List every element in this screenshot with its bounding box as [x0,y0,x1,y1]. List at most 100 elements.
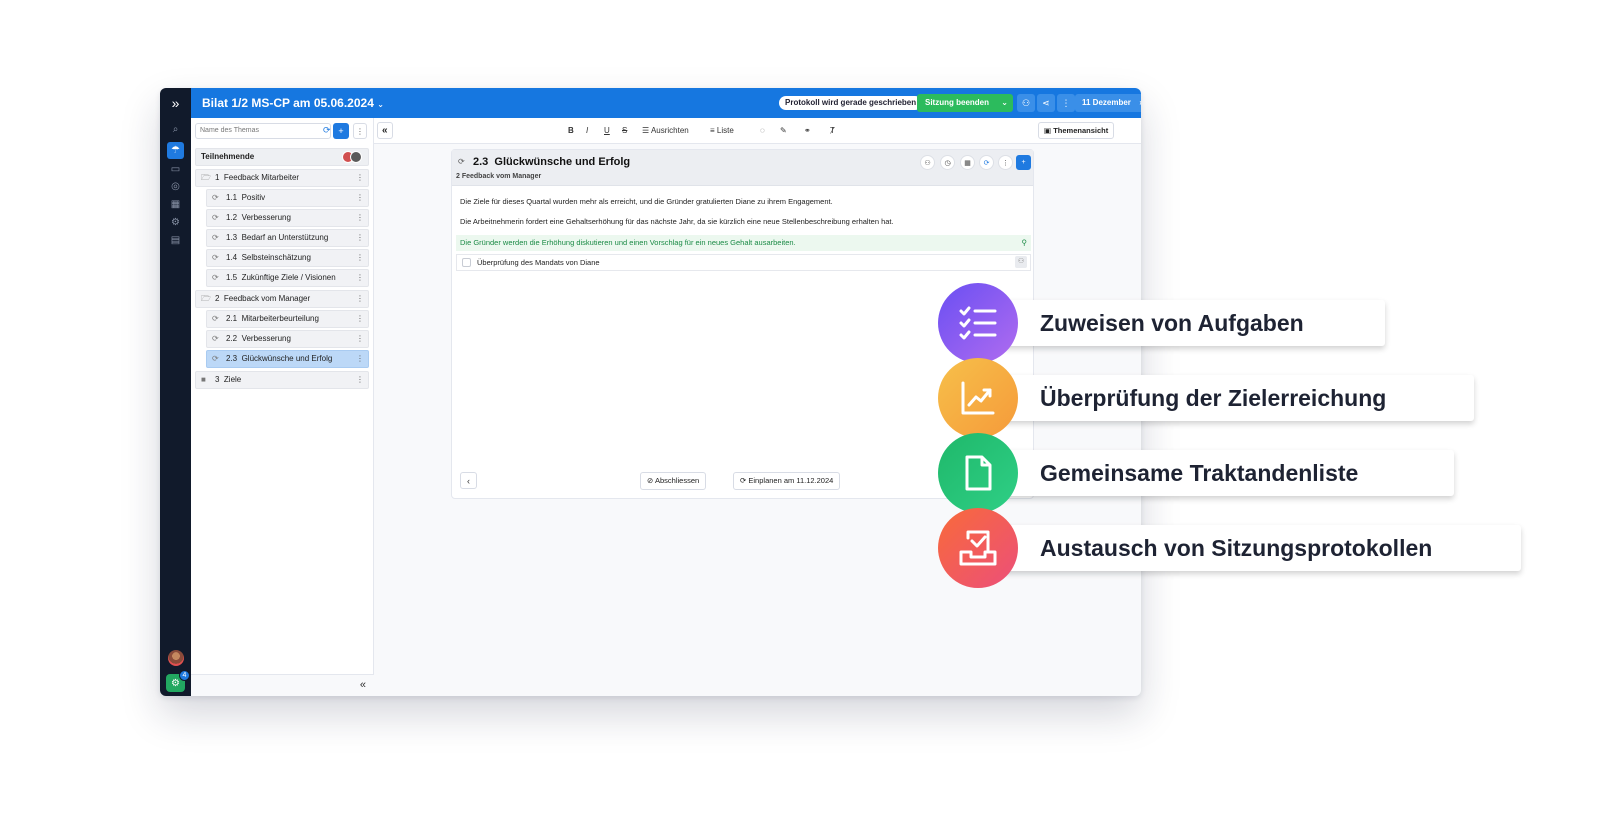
list-button[interactable]: ≡ Liste [710,126,734,135]
timer-icon[interactable]: ◷ [940,155,955,170]
agenda-topic[interactable]: ⟳ 1.5 Zukünftige Ziele / Visionen ⋮ [206,269,369,287]
agenda-item-label: 3 Ziele [215,372,241,388]
agenda-topic[interactable]: ⟳ 2.2 Verbesserung ⋮ [206,330,369,348]
participants-row[interactable]: Teilnehmende [195,148,369,166]
add-participant-icon[interactable]: ⚇ [1017,94,1035,112]
repeat-icon[interactable]: ⟳ [979,155,994,170]
task-checkbox[interactable] [462,258,471,267]
expand-rail-icon[interactable]: » [160,88,191,118]
meetings-icon[interactable]: ☂ [167,142,184,159]
align-button[interactable]: ☰ Ausrichten [642,126,689,135]
user-avatar[interactable] [168,650,184,666]
tasks-icon[interactable]: ◎ [167,178,184,195]
agenda-item-number: 2.1 [226,314,238,323]
align-icon: ☰ [642,126,650,135]
nav-rail: » ⌕ ☂ ▭ ◎ ▦ ⚙ ▤ ⚙ 4 [160,88,191,696]
inbox-icon[interactable]: ▭ [167,161,184,178]
pin-icon[interactable]: ⚲ [1022,235,1028,251]
agenda-item-label: 1 Feedback Mitarbeiter [215,170,299,186]
more-icon[interactable]: ⋮ [356,270,364,286]
calendar-icon[interactable]: ▦ [960,155,975,170]
checklist-icon [938,283,1018,363]
search-input[interactable]: Name des Themas [195,123,331,139]
inbox-icon [938,508,1018,588]
more-icon[interactable]: ⋮ [356,190,364,206]
note-paragraph[interactable]: Die Arbeitnehmerin fordert eine Gehaltse… [460,217,894,226]
agenda-item-text: Ziele [223,375,242,384]
underline-button[interactable]: U [604,126,610,135]
settings-icon[interactable]: ⚙ [167,214,184,231]
chevron-down-icon[interactable]: ⌄ [1001,94,1008,112]
parent-topic: 2 Feedback vom Manager [456,173,542,180]
agenda-item-label: 2 Feedback vom Manager [215,291,310,307]
agenda-item-label: 2.1 Mitarbeiterbeurteilung [226,311,319,327]
agenda-topic[interactable]: ⟳ 2.1 Mitarbeiterbeurteilung ⋮ [206,310,369,328]
more-icon[interactable]: ⋮ [353,123,367,139]
more-icon[interactable]: ⋮ [356,250,364,266]
date-nav-button[interactable]: 11 Dezember› [1075,94,1141,112]
calendar-icon[interactable]: ▦ [167,196,184,213]
meeting-title[interactable]: Bilat 1/2 MS-CP am 05.06.2024 ⌄ [202,96,384,110]
more-icon[interactable]: ⋮ [356,230,364,246]
more-icon[interactable]: ⋮ [356,372,364,388]
repeat-icon: ⟳ [740,476,747,485]
more-icon[interactable]: ⋮ [356,351,364,367]
agenda-item-number: 1.2 [226,213,238,222]
collapse-sidebar[interactable]: « [191,674,374,696]
pen-icon[interactable]: ✎ [780,126,787,135]
agenda-item-text: Feedback Mitarbeiter [223,173,300,182]
agenda-topic[interactable]: ⟳ 1.2 Verbesserung ⋮ [206,209,369,227]
end-session-button[interactable]: Sitzung beenden ⌄ [917,94,1013,112]
refresh-icon: ⟳ [212,314,219,323]
share-icon[interactable]: ⋖ [1037,94,1055,112]
more-icon[interactable]: ⋮ [356,291,364,307]
agenda-item-number: 1.3 [226,233,238,242]
assignee-icon[interactable]: ⚇ [1015,256,1027,268]
agenda-folder[interactable]: ■ 3 Ziele ⋮ [195,371,369,389]
bold-button[interactable]: B [568,126,574,135]
folder-icon: ■ [201,375,206,384]
collapse-left-icon[interactable]: « [377,122,393,139]
topic-title: 2.3 Glückwünsche und Erfolg [473,156,631,168]
search-icon[interactable]: ⌕ [167,121,184,138]
more-icon[interactable]: ⋮ [356,331,364,347]
participant-avatars [342,151,364,163]
notification-badge: 4 [179,670,190,681]
add-item-button[interactable]: + [1016,155,1031,170]
clear-format-icon[interactable]: Ⱦ [830,126,835,135]
highlight-icon[interactable]: ◌ [760,126,765,135]
add-topic-button[interactable]: + [333,123,349,139]
agenda-item-text: Zukünftige Ziele / Visionen [241,273,336,282]
agenda-topic[interactable]: ⟳ 2.3 Glückwünsche und Erfolg ⋮ [206,350,369,368]
agenda-topic[interactable]: ⟳ 1.1 Positiv ⋮ [206,189,369,207]
more-icon[interactable]: ⋮ [356,210,364,226]
refresh-icon[interactable]: ⟳ [319,123,331,139]
agenda-folder[interactable]: 🗁 1 Feedback Mitarbeiter ⋮ [195,169,369,187]
italic-button[interactable]: I [586,126,588,135]
refresh-icon: ⟳ [212,233,219,242]
refresh-icon: ⟳ [212,193,219,202]
link-icon[interactable]: ⚭ [804,126,811,135]
more-icon[interactable]: ⋮ [998,155,1013,170]
agenda-folder[interactable]: 🗁 2 Feedback vom Manager ⋮ [195,290,369,308]
topic-view-button[interactable]: ▣ Themenansicht [1038,122,1115,139]
agenda-item-number: 3 [215,375,220,384]
agenda-item-text: Bedarf an Unterstützung [241,233,329,242]
schedule-button[interactable]: ⟳ Einplanen am 11.12.2024 [733,472,841,490]
note-paragraph[interactable]: Die Ziele für dieses Quartal wurden mehr… [460,197,833,206]
strikethrough-button[interactable]: S [622,126,627,135]
more-icon[interactable]: ⋮ [356,311,364,327]
agenda-item-text: Verbesserung [241,213,291,222]
agenda-topic[interactable]: ⟳ 1.3 Bedarf an Unterstützung ⋮ [206,229,369,247]
close-topic-button[interactable]: ⊘ Abschliessen [640,472,707,490]
more-icon[interactable]: ⋮ [356,170,364,186]
more-icon[interactable]: ⋮ [1057,94,1075,112]
document-icon[interactable]: ▤ [167,232,184,249]
collapse-icon[interactable]: « [360,679,366,691]
task-item[interactable]: Überprüfung des Mandats von Diane ⚇ [456,254,1031,271]
previous-topic-button[interactable]: ‹ [460,472,477,489]
agenda-item-label: 1.1 Positiv [226,190,265,206]
agenda-topic[interactable]: ⟳ 1.4 Selbsteinschätzung ⋮ [206,249,369,267]
decision-item[interactable]: Die Gründer werden die Erhöhung diskutie… [456,235,1031,251]
assign-user-icon[interactable]: ⚇ [920,155,935,170]
